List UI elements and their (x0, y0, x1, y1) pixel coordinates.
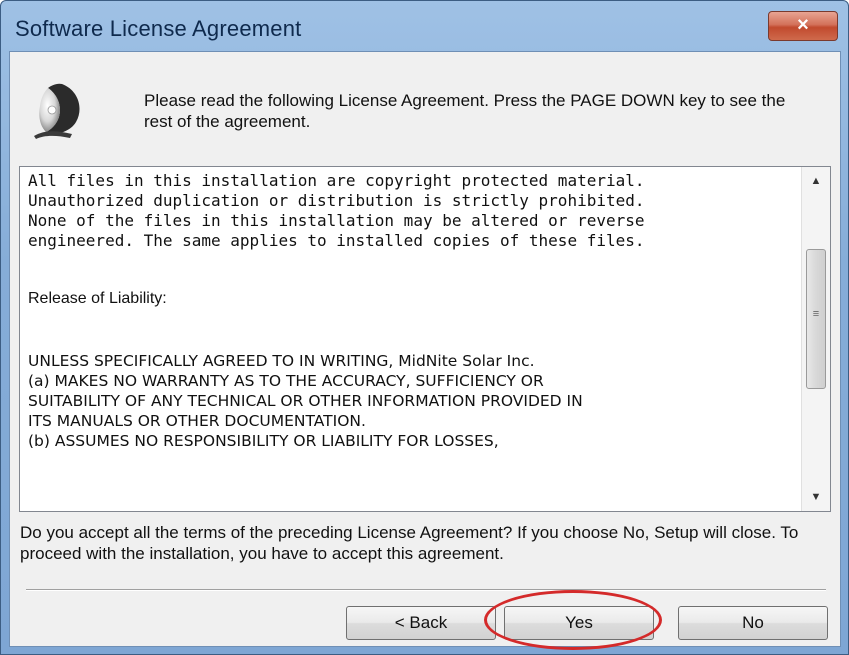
close-button[interactable]: × (768, 11, 838, 41)
accept-prompt: Do you accept all the terms of the prece… (20, 523, 799, 563)
yes-button[interactable]: Yes (504, 606, 654, 640)
close-icon: × (797, 14, 809, 36)
license-dialog-window: Software License Agreement × Please read… (0, 0, 849, 655)
scroll-down-arrow-icon[interactable]: ▼ (802, 483, 830, 511)
no-button[interactable]: No (678, 606, 828, 640)
separator-line (26, 589, 826, 591)
back-button[interactable]: < Back (346, 606, 496, 640)
dialog-client-area: Please read the following License Agreem… (9, 51, 841, 650)
license-textbox[interactable]: All files in this installation are copyr… (19, 166, 831, 512)
scroll-up-arrow-icon[interactable]: ▲ (802, 167, 830, 195)
window-title: Software License Agreement (15, 16, 302, 41)
title-bar[interactable]: Software License Agreement × (1, 1, 848, 51)
license-body: UNLESS SPECIFICALLY AGREED TO IN WRITING… (28, 352, 583, 450)
grip-icon: ≡ (812, 308, 820, 320)
release-heading: Release of Liability: (28, 290, 167, 307)
header-instructions: Please read the following License Agreem… (144, 91, 786, 131)
installer-disc-icon (34, 83, 80, 139)
dialog-header: Please read the following License Agreem… (10, 52, 840, 162)
vertical-scrollbar[interactable]: ▲ ≡ ▼ (801, 167, 830, 511)
scroll-thumb[interactable]: ≡ (806, 249, 826, 389)
license-intro: All files in this installation are copyr… (28, 171, 645, 250)
